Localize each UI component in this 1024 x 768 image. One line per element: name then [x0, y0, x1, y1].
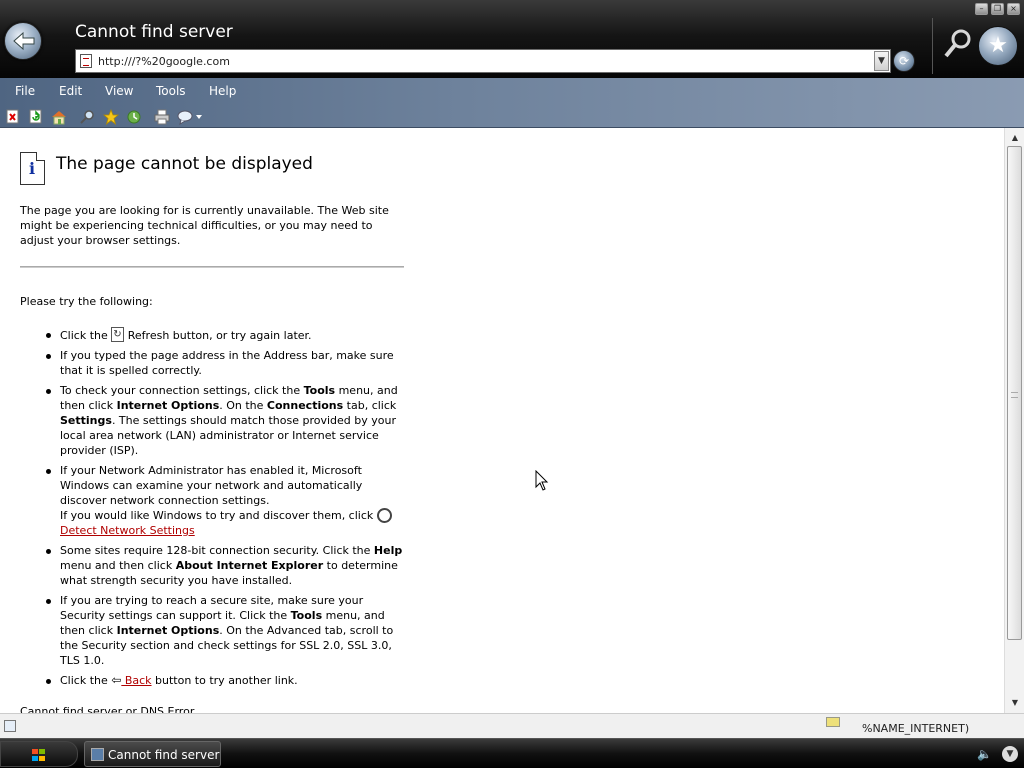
error-footer: Cannot find server or DNS Error [20, 705, 195, 713]
list-item: Some sites require 128-bit connection se… [44, 543, 404, 588]
scroll-thumb[interactable] [1007, 146, 1022, 640]
intro-text: The page you are looking for is currentl… [20, 204, 389, 247]
detect-network-icon[interactable] [376, 508, 392, 523]
go-button[interactable]: ⟳ [893, 50, 915, 72]
menu-edit[interactable]: Edit [59, 84, 82, 98]
tray-expand-icon[interactable]: ▼ [1002, 746, 1018, 762]
vertical-scrollbar[interactable]: ▲ ▼ [1004, 128, 1024, 713]
minimize-button[interactable]: – [975, 3, 988, 15]
magnifier-icon [944, 29, 971, 58]
history-icon[interactable] [126, 109, 142, 125]
favorites-icon[interactable] [103, 109, 119, 125]
favorites-button[interactable]: ★ [978, 26, 1018, 66]
window-title: Cannot find server [75, 22, 233, 42]
refresh-page-icon [111, 327, 125, 342]
zone-icon [826, 717, 840, 727]
list-item: If you are trying to reach a secure site… [44, 593, 404, 668]
scroll-down-icon[interactable]: ▼ [1009, 697, 1021, 709]
browser-title-bar: Cannot find server http:///?%20google.co… [0, 0, 1024, 78]
page-icon [80, 54, 92, 68]
page-status-icon [4, 720, 16, 732]
list-item: If you typed the page address in the Add… [44, 348, 404, 378]
menu-view[interactable]: View [105, 84, 133, 98]
list-item: To check your connection settings, click… [44, 383, 404, 458]
start-button[interactable] [0, 741, 78, 767]
windows-logo-icon [32, 749, 46, 762]
address-bar[interactable]: http:///?%20google.com ▼ [75, 49, 891, 73]
back-link[interactable]: Back [121, 674, 152, 687]
back-arrow-icon [13, 31, 35, 51]
info-icon: i [20, 152, 45, 185]
menu-bar: File Edit View Tools Help [0, 78, 1024, 128]
address-dropdown-button[interactable]: ▼ [874, 51, 889, 71]
taskbar: Cannot find server 🔈 ▼ [0, 738, 1024, 768]
grip-icon [1011, 392, 1018, 398]
security-zone-text: %NAME_INTERNET) [862, 722, 970, 735]
stop-icon[interactable] [5, 109, 21, 125]
messenger-icon[interactable] [177, 109, 205, 125]
menu-help[interactable]: Help [209, 84, 236, 98]
detect-network-settings-link[interactable]: Detect Network Settings [60, 524, 195, 537]
search-button[interactable] [942, 28, 974, 60]
refresh-icon[interactable] [28, 109, 44, 125]
back-button[interactable] [4, 22, 42, 60]
list-item: Click the ⇦ Back button to try another l… [44, 673, 404, 688]
try-heading: Please try the following: [20, 295, 153, 308]
menu-file[interactable]: File [15, 84, 35, 98]
address-input[interactable]: http:///?%20google.com [98, 55, 230, 68]
status-bar: %NAME_INTERNET) [0, 713, 1024, 738]
star-icon: ★ [988, 33, 1008, 58]
mouse-cursor-icon [535, 470, 549, 491]
taskbar-label: Cannot find server [108, 748, 220, 762]
volume-icon[interactable]: 🔈 [977, 747, 992, 761]
title-separator [932, 18, 933, 74]
suggestions-list: Click the Refresh button, or try again l… [44, 327, 404, 693]
browser-icon [91, 748, 104, 761]
page-content: i The page cannot be displayed The page … [0, 128, 1024, 713]
restore-button[interactable]: ❐ [991, 3, 1004, 15]
print-icon[interactable] [154, 109, 170, 125]
menu-tools[interactable]: Tools [156, 84, 186, 98]
taskbar-button-browser[interactable]: Cannot find server [84, 741, 221, 767]
search-icon[interactable] [79, 109, 95, 125]
divider [20, 266, 404, 268]
close-button[interactable]: × [1007, 3, 1020, 15]
list-item: If your Network Administrator has enable… [44, 463, 404, 538]
page-title: The page cannot be displayed [56, 154, 313, 174]
back-arrow-small-icon: ⇦ [111, 673, 122, 687]
list-item: Click the Refresh button, or try again l… [44, 327, 404, 343]
scroll-up-icon[interactable]: ▲ [1009, 132, 1021, 144]
home-icon[interactable] [51, 109, 67, 125]
